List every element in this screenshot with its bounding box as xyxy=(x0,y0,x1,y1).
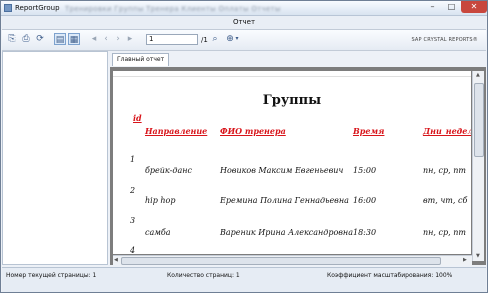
column-header-direction: Направление xyxy=(145,126,208,136)
last-page-icon[interactable]: ▸ xyxy=(124,33,136,45)
scroll-right-icon[interactable]: ▶ xyxy=(463,257,467,263)
menu-bar: Отчет xyxy=(2,16,486,30)
tab-main-report[interactable]: Главный отчет xyxy=(112,53,170,66)
row-days: пн, ср, пт xyxy=(423,166,466,175)
maximize-icon[interactable]: □ xyxy=(442,1,461,13)
report-window: ReportGroup Тренировки Группы Тренера Кл… xyxy=(0,0,488,293)
vertical-scrollbar[interactable]: ▲ ▼ xyxy=(472,71,484,261)
column-header-days: Дни_недели xyxy=(423,126,471,136)
scroll-up-icon[interactable]: ▲ xyxy=(476,72,480,78)
export-icon[interactable]: ⎘ xyxy=(6,33,18,45)
status-current-page: Номер текущей страницы: 1 xyxy=(6,272,97,279)
title-bar: ReportGroup Тренировки Группы Тренера Кл… xyxy=(1,1,487,16)
report-view-panel: Главный отчет Группы id Направление ФИО … xyxy=(110,51,486,265)
id-header: id xyxy=(133,113,142,123)
menu-item-report[interactable]: Отчет xyxy=(2,18,486,26)
row-id: 4 xyxy=(130,246,136,254)
scroll-down-icon[interactable]: ▼ xyxy=(476,253,480,259)
print-icon[interactable]: ⎙ xyxy=(20,33,32,45)
report-title: Группы xyxy=(262,93,322,108)
horizontal-scrollbar[interactable]: ◀ ▶ xyxy=(113,255,472,265)
crystal-reports-brand: SAP CRYSTAL REPORTS® xyxy=(411,37,478,43)
page-number-input[interactable]: 1 xyxy=(146,34,198,45)
binoculars-icon[interactable]: ⌕ xyxy=(209,33,221,45)
app-icon xyxy=(4,4,12,12)
page-total: /1 xyxy=(201,36,208,44)
column-header-time: Время xyxy=(353,126,385,136)
page-top-strip xyxy=(113,71,471,77)
chevron-down-icon[interactable]: ▾ xyxy=(233,33,241,45)
column-header-trainer: ФИО тренера xyxy=(220,126,286,136)
row-time: 15:00 xyxy=(353,166,377,175)
close-icon[interactable]: ✕ xyxy=(461,1,487,13)
prev-page-icon[interactable]: ‹ xyxy=(100,33,112,45)
row-direction: hip hop xyxy=(145,196,176,205)
row-id: 3 xyxy=(130,216,136,225)
row-id: 2 xyxy=(130,186,136,195)
row-direction: брейк-данс xyxy=(145,166,192,175)
row-trainer: Вареник Ирина Александровна xyxy=(220,228,353,237)
toggle-params-icon[interactable]: ▦ xyxy=(68,33,80,45)
window-title: ReportGroup xyxy=(15,4,60,12)
vertical-scroll-thumb[interactable] xyxy=(474,83,484,157)
group-tree-panel[interactable] xyxy=(2,51,108,265)
report-page: Группы id Направление ФИО тренера Время … xyxy=(113,71,471,254)
row-days: вт, чт, сб xyxy=(423,196,468,205)
status-page-count: Количество страниц: 1 xyxy=(167,272,240,279)
horizontal-scroll-thumb[interactable] xyxy=(121,257,441,265)
row-id: 1 xyxy=(130,155,136,164)
report-toolbar: ⎘ ⎙ ⟳ ▤ ▦ ◂ ‹ › ▸ 1 /1 ⌕ ⊕ ▾ SAP CRYSTAL… xyxy=(2,30,486,51)
row-time: 16:00 xyxy=(353,196,377,205)
toggle-tree-icon[interactable]: ▤ xyxy=(54,33,66,45)
row-direction: самба xyxy=(145,228,171,237)
background-menu-text: Тренировки Группы Тренера Клиенты Оплаты… xyxy=(65,5,281,13)
status-bar: Номер текущей страницы: 1 Количество стр… xyxy=(2,267,486,292)
scroll-left-icon[interactable]: ◀ xyxy=(114,257,118,263)
row-trainer: Еремина Полина Геннадьевна xyxy=(220,196,349,205)
minimize-icon[interactable]: – xyxy=(423,1,442,13)
refresh-icon[interactable]: ⟳ xyxy=(34,33,46,45)
status-zoom: Коэффициент масштабирования: 100% xyxy=(327,272,453,279)
document-area: Группы id Направление ФИО тренера Время … xyxy=(110,67,486,265)
row-days: пн, ср, пт xyxy=(423,228,466,237)
next-page-icon[interactable]: › xyxy=(112,33,124,45)
row-time: 18:30 xyxy=(353,228,377,237)
row-trainer: Новиков Максим Евгеньевич xyxy=(220,166,344,175)
first-page-icon[interactable]: ◂ xyxy=(88,33,100,45)
